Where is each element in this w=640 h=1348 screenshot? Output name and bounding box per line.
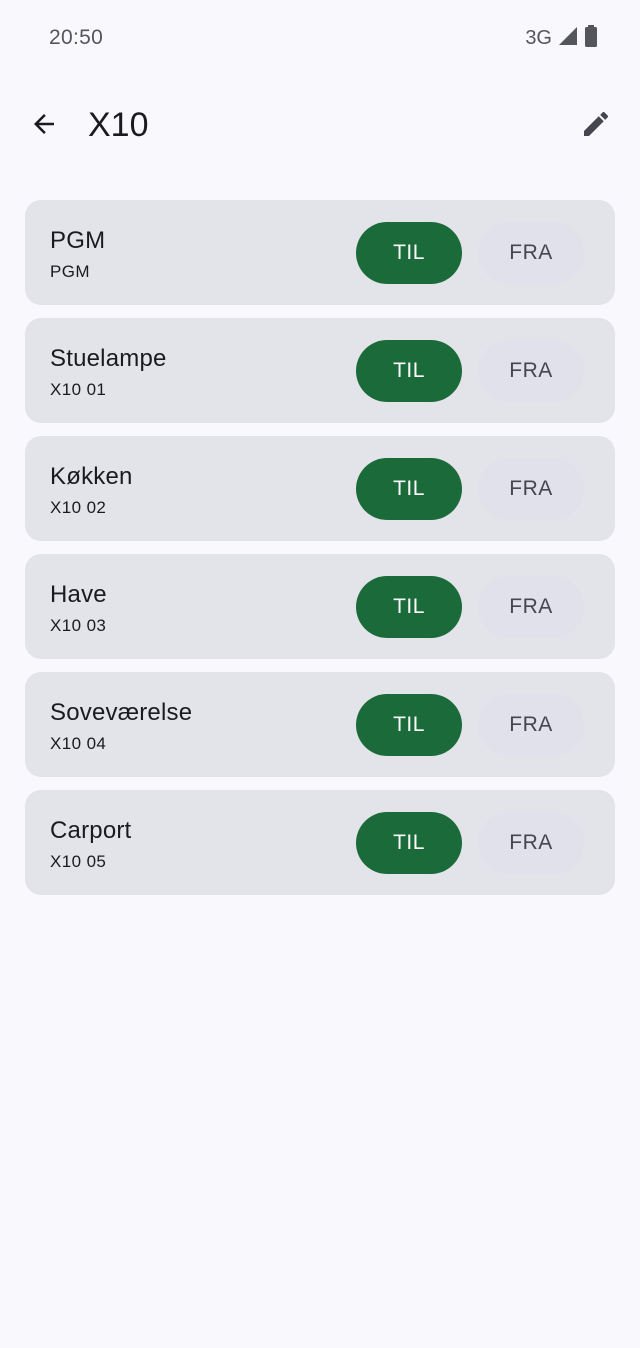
status-time: 20:50	[49, 26, 104, 49]
off-button[interactable]: FRA	[478, 576, 584, 638]
edit-button[interactable]	[572, 102, 620, 150]
status-bar: 20:50 3G	[0, 0, 640, 76]
on-button[interactable]: TIL	[356, 694, 462, 756]
device-card: Stuelampe X10 01 TIL FRA	[25, 318, 615, 423]
off-button[interactable]: FRA	[478, 222, 584, 284]
device-address: X10 05	[50, 852, 107, 871]
device-address: X10 03	[50, 616, 107, 635]
device-card: Carport X10 05 TIL FRA	[25, 790, 615, 895]
on-button[interactable]: TIL	[356, 458, 462, 520]
device-card: Have X10 03 TIL FRA	[25, 554, 615, 659]
off-button[interactable]: FRA	[478, 694, 584, 756]
status-icons: 3G	[525, 24, 598, 52]
on-button[interactable]: TIL	[356, 812, 462, 874]
back-button[interactable]	[20, 102, 68, 150]
device-name: Have	[50, 581, 107, 608]
on-button[interactable]: TIL	[356, 576, 462, 638]
arrow-back-icon	[29, 109, 59, 144]
battery-icon	[584, 24, 598, 52]
on-button[interactable]: TIL	[356, 222, 462, 284]
off-button[interactable]: FRA	[478, 340, 584, 402]
device-name: Soveværelse	[50, 699, 193, 726]
device-card: Soveværelse X10 04 TIL FRA	[25, 672, 615, 777]
device-address: X10 02	[50, 498, 107, 517]
device-address: X10 04	[50, 734, 107, 753]
off-button[interactable]: FRA	[478, 812, 584, 874]
off-button[interactable]: FRA	[478, 458, 584, 520]
pencil-icon	[580, 108, 612, 145]
device-name: Carport	[50, 817, 132, 844]
device-list: PGM PGM TIL FRA Stuelampe X10 01 TIL FRA…	[25, 200, 615, 895]
top-app-bar: X10	[0, 76, 640, 176]
device-address: X10 01	[50, 380, 107, 399]
device-card: Køkken X10 02 TIL FRA	[25, 436, 615, 541]
on-button[interactable]: TIL	[356, 340, 462, 402]
device-name: Stuelampe	[50, 345, 167, 372]
device-card: PGM PGM TIL FRA	[25, 200, 615, 305]
device-name: Køkken	[50, 463, 133, 490]
page-title: X10	[88, 106, 149, 144]
signal-icon	[558, 26, 578, 51]
device-address: PGM	[50, 262, 90, 281]
device-name: PGM	[50, 227, 106, 254]
network-type-label: 3G	[525, 26, 552, 49]
